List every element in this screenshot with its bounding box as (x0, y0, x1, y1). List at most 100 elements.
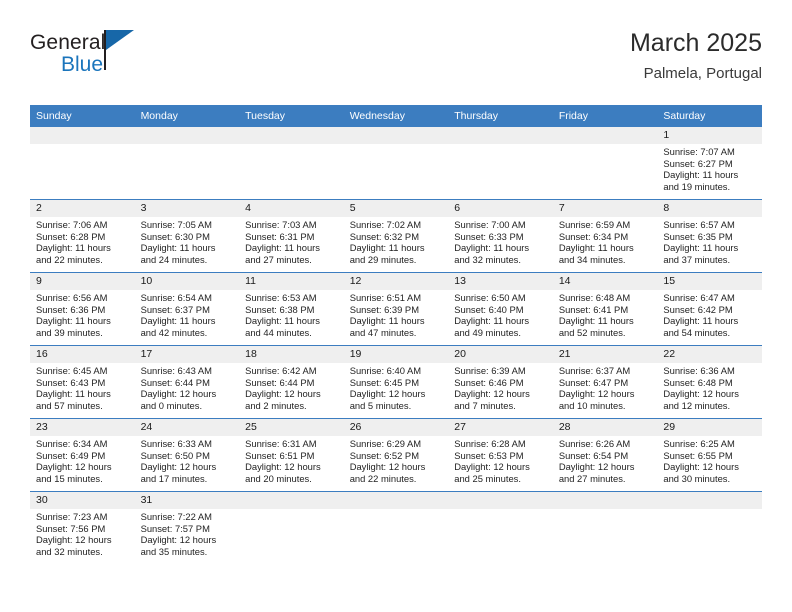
day-cell[interactable]: 28 Sunrise: 6:26 AM Sunset: 6:54 PM Dayligh… (552, 419, 658, 491)
day-cell[interactable]: 15 Sunrise: 6:47 AM Sunset: 6:42 PM Dayligh… (657, 273, 762, 345)
day-sun-details: Sunrise: 6:36 AM Sunset: 6:48 PM Daylight:… (657, 363, 762, 411)
sunrise-text: Sunrise: 6:29 AM (349, 438, 422, 449)
day-cell[interactable]: 7 Sunrise: 6:59 AM Sunset: 6:34 PM Daylight… (552, 200, 658, 272)
daylight-text-line2: and 52 minutes. (558, 326, 626, 338)
calendar-cell (239, 491, 344, 564)
sunset-text: Sunset: 6:44 PM (140, 376, 210, 388)
day-cell[interactable]: 3 Sunrise: 7:05 AM Sunset: 6:30 PM Daylight… (134, 200, 240, 272)
day-cell[interactable]: 20 Sunrise: 6:39 AM Sunset: 6:46 PM Dayligh… (448, 346, 553, 418)
day-cell[interactable]: 24 Sunrise: 6:33 AM Sunset: 6:50 PM Dayligh… (134, 419, 240, 491)
day-cell[interactable]: 26 Sunrise: 6:29 AM Sunset: 6:52 PM Dayligh… (343, 419, 449, 491)
daylight-text-line2: and 54 minutes. (663, 326, 731, 338)
day-cell[interactable]: 2 Sunrise: 7:06 AM Sunset: 6:28 PM Daylight… (30, 200, 135, 272)
daylight-text-line1: Daylight: 11 hours (140, 315, 216, 327)
day-cell[interactable]: 11 Sunrise: 6:53 AM Sunset: 6:38 PM Dayligh… (239, 273, 344, 345)
calendar-body: 1 Sunrise: 7:07 AM Sunset: 6:27 PM Daylight… (30, 127, 762, 564)
day-cell[interactable]: 17 Sunrise: 6:43 AM Sunset: 6:44 PM Dayligh… (134, 346, 240, 418)
day-cell[interactable]: 13 Sunrise: 6:50 AM Sunset: 6:40 PM Dayligh… (448, 273, 553, 345)
daylight-text-line2: and 7 minutes. (454, 399, 516, 411)
calendar-week-row: 2 Sunrise: 7:06 AM Sunset: 6:28 PM Daylight… (30, 199, 762, 273)
calendar-cell: 23 Sunrise: 6:34 AM Sunset: 6:49 PM Dayligh… (30, 418, 135, 492)
day-sun-details: Sunrise: 6:45 AM Sunset: 6:43 PM Daylight:… (30, 363, 135, 411)
day-cell[interactable]: 12 Sunrise: 6:51 AM Sunset: 6:39 PM Dayligh… (343, 273, 449, 345)
day-cell[interactable]: 14 Sunrise: 6:48 AM Sunset: 6:41 PM Dayligh… (552, 273, 658, 345)
daylight-text-line1: Daylight: 11 hours (245, 242, 320, 254)
daylight-text-line1: Daylight: 12 hours (140, 534, 217, 546)
daylight-text-line1: Daylight: 11 hours (558, 315, 634, 327)
sunrise-text: Sunrise: 6:42 AM (245, 365, 317, 376)
day-number: 12 (343, 273, 449, 290)
day-sun-details: Sunrise: 6:43 AM Sunset: 6:44 PM Daylight:… (135, 363, 240, 411)
day-sun-details: Sunrise: 6:56 AM Sunset: 6:36 PM Daylight:… (30, 290, 135, 338)
day-sun-details: Sunrise: 7:02 AM Sunset: 6:32 PM Daylight:… (344, 217, 449, 265)
calendar-cell: 15 Sunrise: 6:47 AM Sunset: 6:42 PM Dayligh… (657, 272, 762, 346)
sunset-text: Sunset: 6:34 PM (558, 230, 629, 242)
daylight-text-line2: and 37 minutes. (663, 253, 731, 265)
day-sun-details: Sunrise: 7:23 AM Sunset: 7:56 PM Daylight:… (30, 509, 135, 557)
day-cell[interactable]: 9 Sunrise: 6:56 AM Sunset: 6:36 PM Daylight… (30, 273, 135, 345)
day-number (30, 127, 135, 144)
daylight-text-line2: and 24 minutes. (140, 253, 208, 265)
daylight-text-line2: and 19 minutes. (663, 180, 731, 192)
day-number: 19 (343, 346, 449, 363)
day-cell[interactable]: 1 Sunrise: 7:07 AM Sunset: 6:27 PM Daylight… (657, 127, 762, 199)
calendar-cell: 26 Sunrise: 6:29 AM Sunset: 6:52 PM Dayligh… (343, 418, 449, 492)
day-cell[interactable]: 30 Sunrise: 7:23 AM Sunset: 7:56 PM Dayligh… (30, 492, 135, 564)
day-cell[interactable]: 31 Sunrise: 7:22 AM Sunset: 7:57 PM Dayligh… (134, 492, 240, 564)
day-cell[interactable]: 16 Sunrise: 6:45 AM Sunset: 6:43 PM Dayligh… (30, 346, 135, 418)
day-cell[interactable]: 27 Sunrise: 6:28 AM Sunset: 6:53 PM Dayligh… (448, 419, 553, 491)
calendar-week-row: 16 Sunrise: 6:45 AM Sunset: 6:43 PM Dayligh… (30, 345, 762, 419)
weekday-header-thursday: Thursday (448, 105, 553, 127)
day-sun-details: Sunrise: 6:31 AM Sunset: 6:51 PM Daylight:… (239, 436, 344, 484)
day-cell[interactable]: 21 Sunrise: 6:37 AM Sunset: 6:47 PM Dayligh… (552, 346, 658, 418)
day-number: 29 (657, 419, 762, 436)
day-number: 22 (657, 346, 762, 363)
day-number: 5 (343, 200, 449, 217)
day-cell[interactable]: 5 Sunrise: 7:02 AM Sunset: 6:32 PM Daylight… (343, 200, 449, 272)
calendar-cell: 30 Sunrise: 7:23 AM Sunset: 7:56 PM Dayligh… (30, 491, 135, 564)
day-cell[interactable]: 8 Sunrise: 6:57 AM Sunset: 6:35 PM Daylight… (657, 200, 762, 272)
day-number: 15 (657, 273, 762, 290)
sunset-text: Sunset: 6:31 PM (245, 230, 315, 242)
day-cell[interactable]: 19 Sunrise: 6:40 AM Sunset: 6:45 PM Dayligh… (343, 346, 449, 418)
day-cell[interactable]: 4 Sunrise: 7:03 AM Sunset: 6:31 PM Daylight… (239, 200, 344, 272)
sunrise-text: Sunrise: 7:02 AM (349, 219, 422, 230)
daylight-text-line1: Daylight: 11 hours (36, 242, 111, 254)
day-number: 24 (134, 419, 240, 436)
day-sun-details: Sunrise: 6:34 AM Sunset: 6:49 PM Daylight:… (30, 436, 135, 484)
sunrise-text: Sunrise: 6:28 AM (454, 438, 526, 449)
day-cell[interactable]: 6 Sunrise: 7:00 AM Sunset: 6:33 PM Daylight… (448, 200, 553, 272)
day-sun-details: Sunrise: 6:26 AM Sunset: 6:54 PM Daylight:… (553, 436, 658, 484)
day-number (448, 492, 553, 509)
day-cell[interactable]: 25 Sunrise: 6:31 AM Sunset: 6:51 PM Dayligh… (239, 419, 344, 491)
day-number: 1 (657, 127, 762, 144)
sunset-text: Sunset: 6:35 PM (663, 230, 733, 242)
sunset-text: Sunset: 6:50 PM (140, 449, 210, 461)
calendar-week-row: 1 Sunrise: 7:07 AM Sunset: 6:27 PM Daylight… (30, 127, 762, 200)
day-cell[interactable]: 22 Sunrise: 6:36 AM Sunset: 6:48 PM Dayligh… (657, 346, 762, 418)
calendar-cell: 10 Sunrise: 6:54 AM Sunset: 6:37 PM Dayligh… (134, 272, 240, 346)
day-cell[interactable]: 18 Sunrise: 6:42 AM Sunset: 6:44 PM Dayligh… (239, 346, 344, 418)
day-number: 3 (134, 200, 240, 217)
sunrise-text: Sunrise: 6:57 AM (663, 219, 735, 230)
daylight-text-line1: Daylight: 12 hours (140, 461, 217, 473)
sunrise-text: Sunrise: 6:31 AM (245, 438, 317, 449)
day-cell[interactable]: 23 Sunrise: 6:34 AM Sunset: 6:49 PM Dayligh… (30, 419, 135, 491)
sunrise-text: Sunrise: 6:53 AM (245, 292, 317, 303)
sunrise-text: Sunrise: 7:23 AM (36, 511, 108, 522)
daylight-text-line1: Daylight: 12 hours (36, 461, 112, 473)
day-cell[interactable]: 10 Sunrise: 6:54 AM Sunset: 6:37 PM Dayligh… (134, 273, 240, 345)
logo-flag-icon (106, 30, 134, 50)
day-number (448, 127, 553, 144)
calendar-cell: 8 Sunrise: 6:57 AM Sunset: 6:35 PM Daylight… (657, 199, 762, 273)
daylight-text-line1: Daylight: 11 hours (663, 169, 739, 181)
sunrise-text: Sunrise: 7:05 AM (140, 219, 212, 230)
calendar-cell: 17 Sunrise: 6:43 AM Sunset: 6:44 PM Dayligh… (134, 345, 240, 419)
daylight-text-line2: and 35 minutes. (140, 545, 208, 557)
day-cell-empty (343, 492, 449, 564)
day-cell[interactable]: 29 Sunrise: 6:25 AM Sunset: 6:55 PM Dayligh… (657, 419, 762, 491)
daylight-text-line1: Daylight: 12 hours (245, 461, 321, 473)
generalblue-logo[interactable]: General Blue (30, 26, 160, 88)
sunset-text: Sunset: 6:49 PM (36, 449, 106, 461)
weekday-header-tuesday: Tuesday (239, 105, 344, 127)
